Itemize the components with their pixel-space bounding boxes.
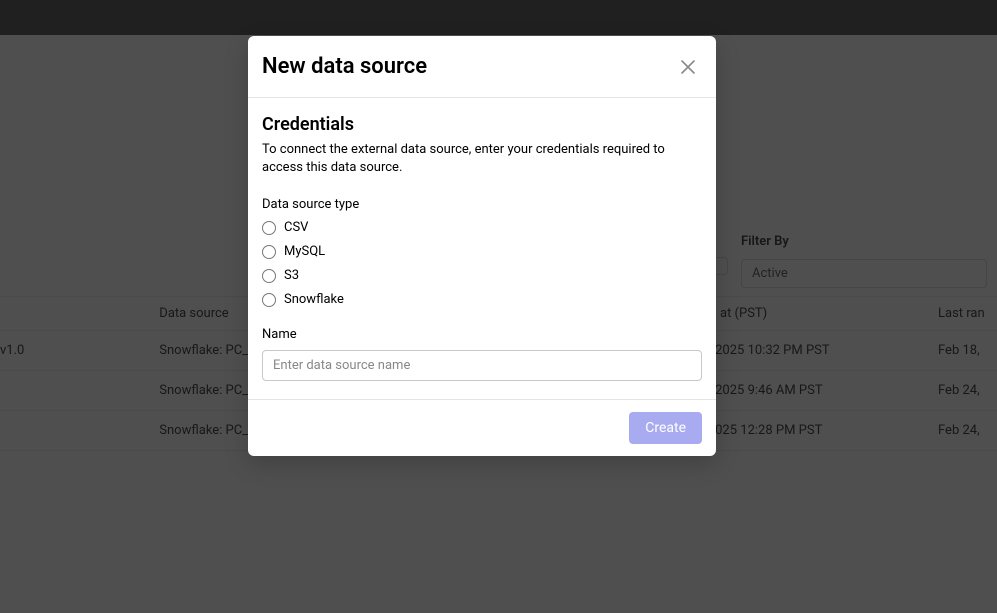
radio-option-s3[interactable]: S3 [262, 268, 702, 283]
radio-option-snowflake[interactable]: Snowflake [262, 292, 702, 307]
radio-label: Snowflake [284, 292, 344, 307]
radio-label: CSV [284, 220, 308, 235]
modal-title: New data source [262, 54, 427, 79]
credentials-heading: Credentials [262, 114, 702, 135]
radio-label: MySQL [284, 244, 325, 259]
radio-option-csv[interactable]: CSV [262, 220, 702, 235]
name-field-label: Name [262, 327, 702, 342]
radio-icon [262, 269, 276, 283]
radio-label: S3 [284, 268, 299, 283]
radio-option-mysql[interactable]: MySQL [262, 244, 702, 259]
data-source-name-input[interactable] [262, 350, 702, 381]
credentials-description: To connect the external data source, ent… [262, 141, 702, 177]
new-data-source-modal: New data source Credentials To connect t… [248, 36, 716, 456]
radio-icon [262, 293, 276, 307]
modal-header: New data source [248, 36, 716, 98]
modal-body: Credentials To connect the external data… [248, 98, 716, 399]
modal-footer: Create [248, 399, 716, 456]
data-source-type-label: Data source type [262, 197, 702, 212]
close-button[interactable] [676, 55, 700, 79]
create-button[interactable]: Create [629, 412, 702, 444]
radio-icon [262, 221, 276, 235]
close-icon [681, 60, 695, 74]
radio-icon [262, 245, 276, 259]
data-source-type-group: CSV MySQL S3 Snowflake [262, 220, 702, 307]
